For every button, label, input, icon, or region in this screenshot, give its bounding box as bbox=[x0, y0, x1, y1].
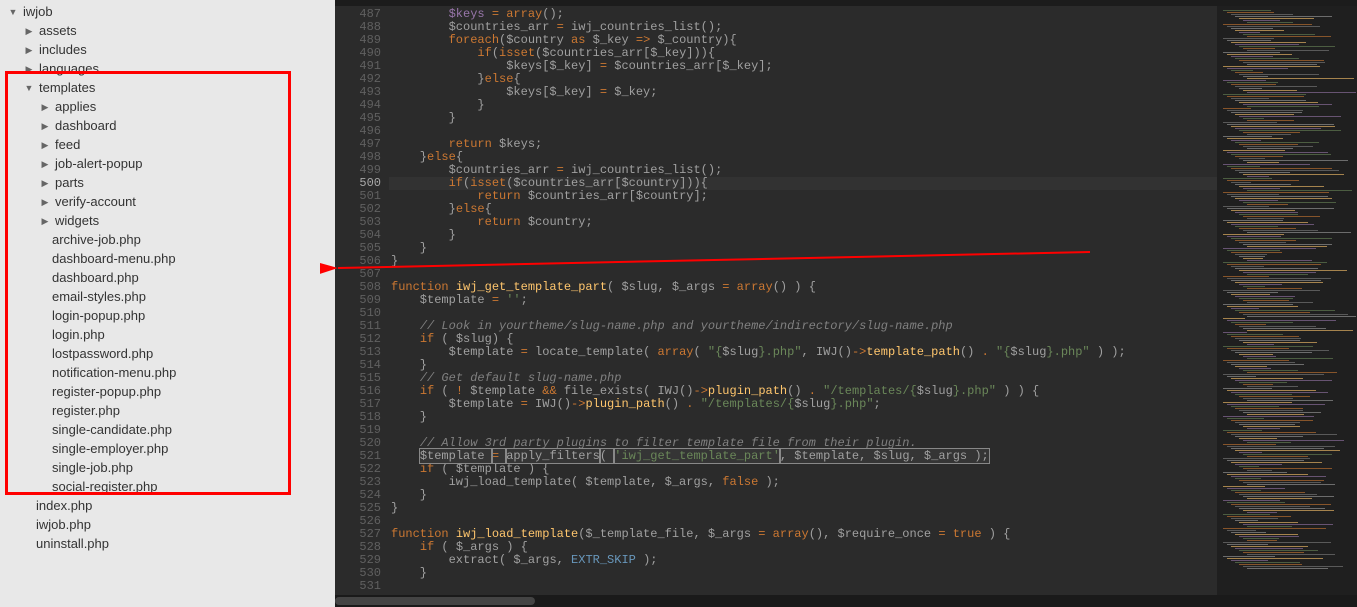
tree-item-label: login.php bbox=[52, 327, 105, 342]
chevron-down-icon bbox=[8, 7, 18, 17]
tree-item-label: dashboard-menu.php bbox=[52, 251, 176, 266]
tree-root-label: iwjob bbox=[23, 4, 53, 19]
file-tree-sidebar: iwjob assets includes languages templates ap… bbox=[0, 0, 335, 607]
tree-item[interactable]: applies bbox=[0, 97, 335, 116]
code-line[interactable]: $template = IWJ()->plugin_path() . "/tem… bbox=[389, 398, 1217, 411]
tree-item[interactable]: widgets bbox=[0, 211, 335, 230]
code-line[interactable]: } bbox=[389, 112, 1217, 125]
tree-item[interactable]: register-popup.php bbox=[0, 382, 335, 401]
tree-item-label: single-candidate.php bbox=[52, 422, 172, 437]
tree-item[interactable]: single-job.php bbox=[0, 458, 335, 477]
tree-item-label: register-popup.php bbox=[52, 384, 161, 399]
chevron-right-icon bbox=[40, 159, 50, 169]
tree-item-label: languages bbox=[39, 61, 99, 76]
scrollbar-thumb[interactable] bbox=[335, 597, 535, 605]
tree-item-label: notification-menu.php bbox=[52, 365, 176, 380]
chevron-right-icon bbox=[24, 26, 34, 36]
chevron-right-icon bbox=[24, 45, 34, 55]
code-line[interactable]: } bbox=[389, 502, 1217, 515]
tree-root[interactable]: iwjob bbox=[0, 2, 335, 21]
tree-item-label: email-styles.php bbox=[52, 289, 146, 304]
tree-item-label: applies bbox=[55, 99, 96, 114]
tree-item-label: verify-account bbox=[55, 194, 136, 209]
tree-item-label: feed bbox=[55, 137, 80, 152]
tree-item-label: login-popup.php bbox=[52, 308, 145, 323]
code-line[interactable]: extract( $_args, EXTR_SKIP ); bbox=[389, 554, 1217, 567]
tree-item-label: register.php bbox=[52, 403, 120, 418]
tree-item[interactable]: uninstall.php bbox=[0, 534, 335, 553]
tree-item[interactable]: parts bbox=[0, 173, 335, 192]
tree-item-label: lostpassword.php bbox=[52, 346, 153, 361]
tree-item-label: includes bbox=[39, 42, 87, 57]
code-line[interactable] bbox=[389, 580, 1217, 593]
code-content[interactable]: $keys = array(); $countries_arr = iwj_co… bbox=[389, 6, 1217, 595]
chevron-right-icon bbox=[40, 140, 50, 150]
code-line[interactable]: } bbox=[389, 489, 1217, 502]
tree-item[interactable]: archive-job.php bbox=[0, 230, 335, 249]
tree-item[interactable]: job-alert-popup bbox=[0, 154, 335, 173]
tree-item[interactable]: social-register.php bbox=[0, 477, 335, 496]
tree-item[interactable]: single-candidate.php bbox=[0, 420, 335, 439]
chevron-right-icon bbox=[40, 216, 50, 226]
code-line[interactable]: } bbox=[389, 99, 1217, 112]
minimap[interactable] bbox=[1217, 6, 1357, 595]
horizontal-scrollbar[interactable] bbox=[335, 595, 1357, 607]
tree-item[interactable]: dashboard.php bbox=[0, 268, 335, 287]
code-editor: 4874884894904914924934944954964974984995… bbox=[335, 0, 1357, 607]
code-line[interactable]: $keys[$_key] = $_key; bbox=[389, 86, 1217, 99]
tree-item-label: dashboard bbox=[55, 118, 116, 133]
chevron-right-icon bbox=[40, 102, 50, 112]
tree-item[interactable]: languages bbox=[0, 59, 335, 78]
tree-item[interactable]: notification-menu.php bbox=[0, 363, 335, 382]
code-line[interactable]: } bbox=[389, 242, 1217, 255]
tree-item[interactable]: index.php bbox=[0, 496, 335, 515]
tree-item-label: index.php bbox=[36, 498, 92, 513]
file-tree: iwjob assets includes languages templates ap… bbox=[0, 0, 335, 555]
code-line[interactable]: return $countries_arr[$country]; bbox=[389, 190, 1217, 203]
tree-item[interactable]: iwjob.php bbox=[0, 515, 335, 534]
chevron-right-icon bbox=[40, 197, 50, 207]
code-line[interactable]: return $country; bbox=[389, 216, 1217, 229]
tree-item[interactable]: dashboard-menu.php bbox=[0, 249, 335, 268]
tree-item[interactable]: templates bbox=[0, 78, 335, 97]
line-number-gutter: 4874884894904914924934944954964974984995… bbox=[335, 6, 389, 595]
code-area[interactable]: 4874884894904914924934944954964974984995… bbox=[335, 6, 1357, 595]
tree-item[interactable]: single-employer.php bbox=[0, 439, 335, 458]
tree-item[interactable]: login-popup.php bbox=[0, 306, 335, 325]
tree-item-label: parts bbox=[55, 175, 84, 190]
tree-item-label: archive-job.php bbox=[52, 232, 141, 247]
tree-item[interactable]: lostpassword.php bbox=[0, 344, 335, 363]
code-line[interactable]: $template = ''; bbox=[389, 294, 1217, 307]
line-number: 531 bbox=[335, 580, 381, 593]
chevron-right-icon bbox=[24, 64, 34, 74]
tree-item-label: widgets bbox=[55, 213, 99, 228]
tree-item[interactable]: login.php bbox=[0, 325, 335, 344]
tree-item-label: single-job.php bbox=[52, 460, 133, 475]
code-line[interactable]: iwj_load_template( $template, $_args, fa… bbox=[389, 476, 1217, 489]
code-line[interactable]: } bbox=[389, 411, 1217, 424]
tree-item[interactable]: email-styles.php bbox=[0, 287, 335, 306]
tree-item-label: single-employer.php bbox=[52, 441, 168, 456]
tree-item-label: job-alert-popup bbox=[55, 156, 142, 171]
chevron-down-icon bbox=[24, 83, 34, 93]
code-line[interactable]: return $keys; bbox=[389, 138, 1217, 151]
tree-item[interactable]: assets bbox=[0, 21, 335, 40]
tree-item-label: iwjob.php bbox=[36, 517, 91, 532]
code-line[interactable]: $template = locate_template( array( "{$s… bbox=[389, 346, 1217, 359]
tree-item[interactable]: register.php bbox=[0, 401, 335, 420]
chevron-right-icon bbox=[40, 121, 50, 131]
tree-item-label: dashboard.php bbox=[52, 270, 139, 285]
code-line[interactable]: } bbox=[389, 567, 1217, 580]
code-line[interactable]: } bbox=[389, 255, 1217, 268]
tree-item[interactable]: includes bbox=[0, 40, 335, 59]
tree-item[interactable]: feed bbox=[0, 135, 335, 154]
tree-item-label: uninstall.php bbox=[36, 536, 109, 551]
tree-item-label: social-register.php bbox=[52, 479, 158, 494]
tree-item[interactable]: verify-account bbox=[0, 192, 335, 211]
code-line[interactable]: } bbox=[389, 229, 1217, 242]
chevron-right-icon bbox=[40, 178, 50, 188]
tree-item-label: assets bbox=[39, 23, 77, 38]
tree-item-label: templates bbox=[39, 80, 95, 95]
tree-item[interactable]: dashboard bbox=[0, 116, 335, 135]
